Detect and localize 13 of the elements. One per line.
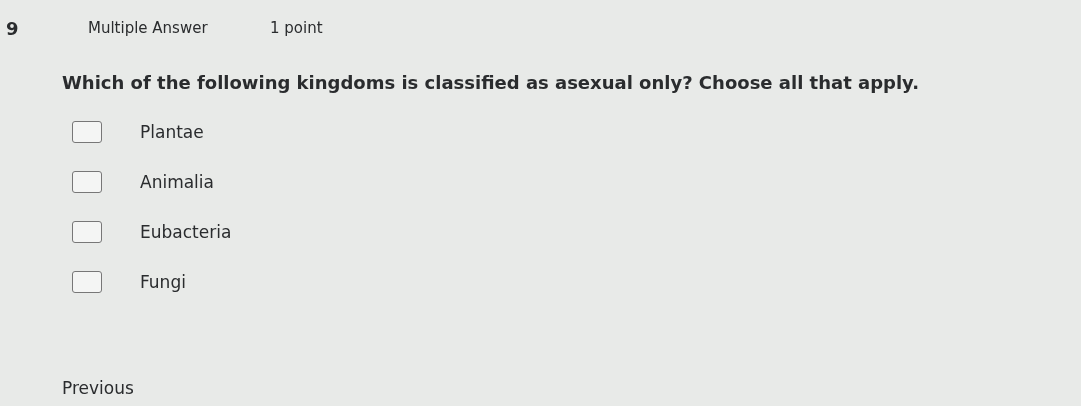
question-points: 1 point [270, 19, 323, 37]
option-label[interactable]: Fungi [140, 272, 186, 292]
question-number: 9 [5, 17, 20, 39]
previous-button[interactable]: Previous [62, 378, 134, 398]
question-type: Multiple Answer [88, 19, 209, 37]
question-text: Which of the following kingdoms is classified as asexual only? Choose all that apply. [62, 72, 920, 93]
checkbox[interactable] [72, 171, 102, 193]
checkbox[interactable] [72, 221, 102, 243]
option-label[interactable]: Eubacteria [140, 222, 232, 242]
option-label[interactable]: Plantae [140, 122, 204, 142]
checkbox[interactable] [72, 121, 102, 143]
option-label[interactable]: Animalia [140, 172, 214, 192]
checkbox[interactable] [72, 271, 102, 293]
